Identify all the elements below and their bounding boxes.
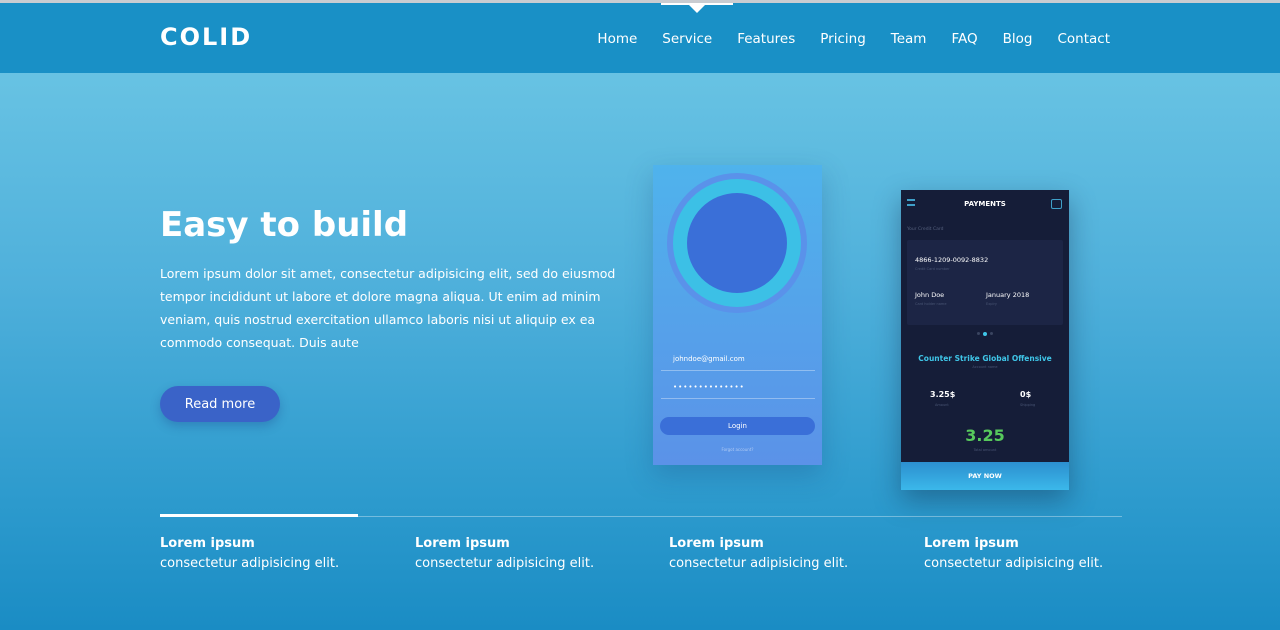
avatar-ring-outer [667, 173, 807, 313]
avatar-circle [687, 193, 787, 293]
feature-item[interactable]: Lorem ipsum consectetur adipisicing elit… [924, 536, 1164, 571]
mock-shipping: 0$ [1020, 390, 1032, 399]
read-more-button[interactable]: Read more [160, 386, 280, 422]
feature-title: Lorem ipsum [160, 536, 255, 551]
mock-pay-now-button: PAY NOW [901, 462, 1069, 490]
mock-total: 3.25 [965, 426, 1005, 445]
payments-phone-mockup: PAYMENTS Your Credit Card 4866-1209-0092… [901, 190, 1069, 490]
feature-description: consectetur adipisicing elit. [924, 556, 1104, 571]
nav-features[interactable]: Features [737, 31, 795, 47]
mock-game-title: Counter Strike Global Offensive [918, 354, 1052, 363]
nav-pricing[interactable]: Pricing [820, 31, 866, 47]
site-header: COLID Home Service Features Pricing Team… [0, 3, 1280, 73]
carousel-dot [990, 332, 993, 335]
feature-title: Lorem ipsum [924, 536, 1019, 551]
mock-email-field: johndoe@gmail.com [673, 355, 745, 363]
mock-password-field: •••••••••••••• [673, 383, 745, 391]
mock-card-number: 4866-1209-0092-8832 [915, 256, 989, 264]
feature-item[interactable]: Lorem ipsum consectetur adipisicing elit… [415, 536, 655, 571]
nav-service[interactable]: Service [662, 31, 712, 47]
hero-title: Easy to build [160, 205, 409, 245]
mock-total-label: Total amount [973, 448, 997, 452]
wallet-icon [1051, 199, 1062, 209]
feature-title: Lorem ipsum [415, 536, 510, 551]
mock-card-label: Your Credit Card [907, 227, 944, 232]
mock-card-holder: John Doe [915, 291, 945, 299]
mock-credit-card [907, 240, 1063, 325]
mock-game-subtitle: Account name [972, 365, 998, 369]
mock-amount: 3.25$ [930, 390, 956, 399]
avatar-ring-mid [673, 179, 801, 307]
mock-card-number-label: Credit Card number [915, 267, 950, 271]
mock-card-expiry: January 2018 [986, 291, 1030, 299]
mock-email-underline [661, 370, 815, 371]
feature-title: Lorem ipsum [669, 536, 764, 551]
main-nav: Home Service Features Pricing Team FAQ B… [572, 31, 1110, 47]
login-phone-mockup: johndoe@gmail.com •••••••••••••• Login F… [653, 165, 822, 465]
hero-text: Lorem ipsum dolor sit amet, consectetur … [160, 266, 616, 350]
site-logo[interactable]: COLID [160, 23, 252, 51]
nav-contact[interactable]: Contact [1057, 31, 1110, 47]
feature-description: consectetur adipisicing elit. [669, 556, 849, 571]
mock-card-expiry-label: Expiry [986, 302, 997, 306]
carousel-dot [977, 332, 980, 335]
mock-login-button: Login [660, 417, 815, 435]
mock-shipping-label: Shipping [1020, 403, 1036, 407]
feature-description: consectetur adipisicing elit. [415, 556, 595, 571]
active-nav-caret-icon [689, 5, 705, 13]
mock-card-holder-label: Card holder name [915, 302, 947, 306]
feature-description: consectetur adipisicing elit. [160, 556, 340, 571]
nav-home[interactable]: Home [597, 31, 637, 47]
mock-password-underline [661, 398, 815, 399]
carousel-dot-active [983, 331, 987, 336]
feature-item[interactable]: Lorem ipsum consectetur adipisicing elit… [669, 536, 909, 571]
nav-blog[interactable]: Blog [1003, 31, 1033, 47]
mock-amount-label: Amount [935, 403, 949, 407]
feature-item[interactable]: Lorem ipsum consectetur adipisicing elit… [160, 536, 400, 571]
nav-faq[interactable]: FAQ [951, 31, 977, 47]
mock-forgot-link: Forgot account? [721, 447, 754, 452]
mock-payments-title: PAYMENTS [964, 200, 1006, 208]
nav-team[interactable]: Team [891, 31, 927, 47]
features-active-indicator [160, 514, 358, 517]
